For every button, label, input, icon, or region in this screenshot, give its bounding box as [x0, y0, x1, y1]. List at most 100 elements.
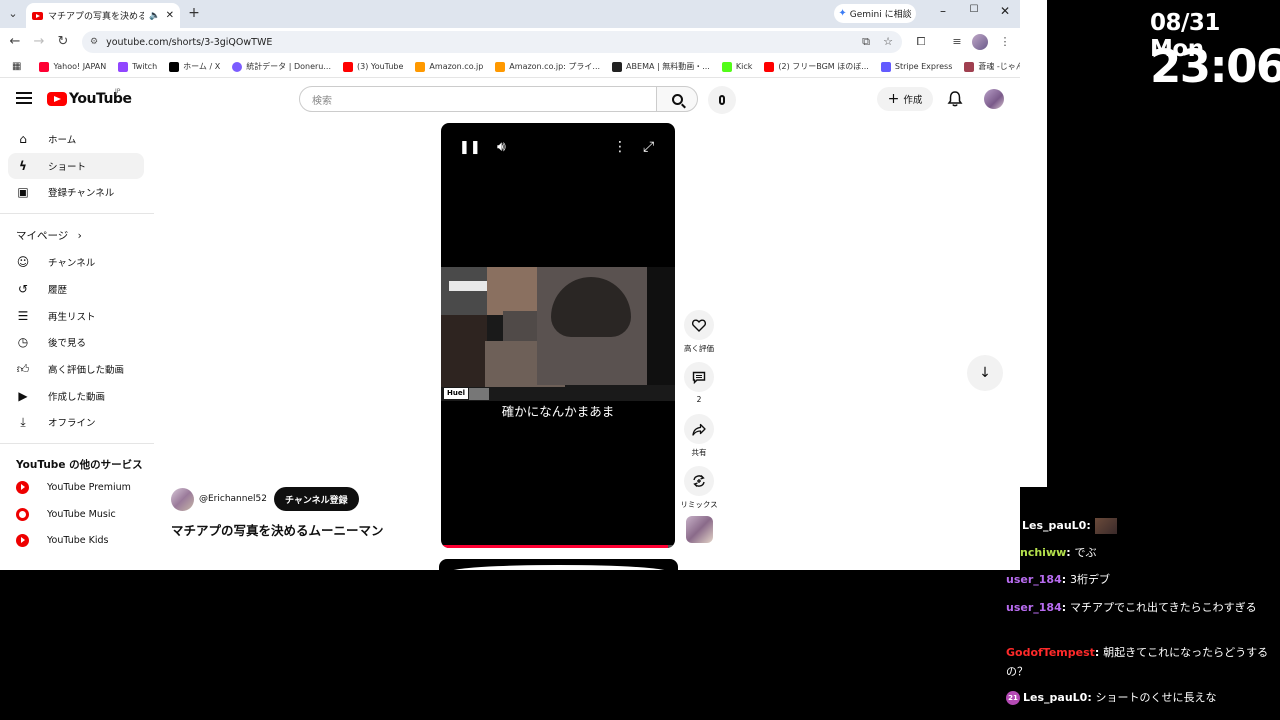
search-input[interactable]: 検索: [299, 86, 657, 112]
short-title[interactable]: マチアプの写真を決めるムーニーマン: [171, 520, 384, 539]
services-header: YouTube の他のサービス: [16, 459, 143, 471]
gemini-button[interactable]: ✦ Gemini に相談: [834, 4, 916, 23]
sidebar-item-liked[interactable]: 👍︎ 高く評価した動画: [8, 356, 144, 382]
tab-search-chevron-icon[interactable]: ⌄: [3, 4, 23, 24]
video-small-tile: [469, 388, 489, 400]
sidebar-item-channel[interactable]: ☺ チャンネル: [8, 249, 144, 275]
gemini-sparkle-icon: ✦: [838, 8, 847, 19]
bookmark-item[interactable]: 統計データ | Doneru...: [226, 61, 337, 72]
chat-username: nchiww: [1020, 546, 1067, 559]
pause-icon[interactable]: ❚❚: [459, 140, 481, 155]
mypage-header[interactable]: マイページ ›: [16, 228, 82, 243]
bookmark-favicon-icon: [415, 61, 426, 72]
url-text: youtube.com/shorts/3-3giQOwTWE: [106, 36, 273, 48]
chat-text: ショートのくせに長えな: [1095, 691, 1217, 704]
sidebar-item-label: 後で見る: [48, 338, 87, 349]
bookmark-item[interactable]: ホーム / X: [163, 61, 226, 72]
reload-icon[interactable]: ↻: [53, 32, 73, 52]
site-info-icon[interactable]: ⚙: [90, 37, 98, 47]
browser-menu-icon[interactable]: ⋮: [997, 34, 1013, 50]
bookmark-star-icon[interactable]: ☆: [880, 34, 896, 50]
gemini-label: Gemini に相談: [849, 10, 912, 20]
active-tab[interactable]: マチアプの写真を決めるムーニー 🔈 ✕: [26, 3, 180, 28]
sidebar-item-label: 履歴: [48, 285, 68, 296]
new-tab-button[interactable]: +: [184, 3, 204, 23]
address-bar[interactable]: ⚙ youtube.com/shorts/3-3giQOwTWE: [82, 31, 902, 53]
bookmark-item[interactable]: Amazon.co.jp: プライ...: [489, 61, 606, 72]
subscribe-button[interactable]: チャンネル登録: [273, 487, 359, 511]
bookmark-item[interactable]: (3) YouTube: [337, 61, 409, 72]
share-action[interactable]: 共有: [680, 414, 718, 458]
next-short-preview[interactable]: [439, 559, 678, 570]
sidebar-item-home[interactable]: ⌂ ホーム: [8, 126, 144, 152]
bookmark-item[interactable]: Amazon.co.jp: [409, 61, 489, 72]
comment-button[interactable]: [684, 362, 714, 392]
window-close-icon[interactable]: ✕: [995, 4, 1015, 18]
remix-action[interactable]: リミックス: [680, 466, 718, 510]
tab-close-icon[interactable]: ✕: [166, 10, 174, 21]
sidebar-item-youtube-music[interactable]: YouTube Music: [8, 501, 144, 527]
chat-username: user_184: [1006, 601, 1062, 614]
sound-thumbnail[interactable]: [686, 516, 713, 543]
mypage-header-label: マイページ: [16, 230, 69, 242]
notifications-button[interactable]: [946, 90, 964, 108]
volume-icon[interactable]: 🔊︎: [497, 139, 506, 155]
chevron-right-icon: ›: [77, 230, 82, 242]
install-app-icon[interactable]: ⧉: [858, 34, 874, 50]
sidebar-item-youtube-kids[interactable]: YouTube Kids: [8, 527, 144, 553]
progress-fill: [441, 545, 668, 548]
sidebar-item-watch-later[interactable]: ◷ 後で見る: [8, 329, 144, 355]
share-button[interactable]: [684, 414, 714, 444]
sidebar-item-subscriptions[interactable]: ▣ 登録チャンネル: [8, 179, 144, 205]
extensions-icon[interactable]: ⧠: [913, 34, 929, 50]
video-collage-tile: [441, 315, 487, 387]
bookmark-item[interactable]: (2) フリーBGM ほのぼ...: [758, 61, 875, 72]
next-short-button[interactable]: ↓: [967, 355, 1003, 391]
sidebar-item-my-videos[interactable]: ▶ 作成した動画: [8, 383, 144, 409]
sidebar-item-offline[interactable]: ⤓ オフライン: [8, 409, 144, 435]
media-control-icon[interactable]: ≡: [949, 34, 965, 50]
sidebar-item-youtube-premium[interactable]: YouTube Premium: [8, 474, 144, 500]
channel-avatar[interactable]: [171, 487, 194, 511]
logo-text: YouTube: [69, 91, 132, 107]
fullscreen-icon[interactable]: ⤢: [643, 139, 654, 155]
more-options-icon[interactable]: ⋮: [613, 139, 627, 155]
bookmark-item[interactable]: Yahoo! JAPAN: [33, 61, 112, 72]
voice-search-button[interactable]: [708, 86, 736, 114]
maximize-icon[interactable]: ☐: [964, 4, 984, 15]
like-button[interactable]: [684, 310, 714, 340]
bookmark-item[interactable]: Kick: [716, 61, 759, 72]
profile-avatar-icon[interactable]: [972, 34, 988, 50]
bookmark-item[interactable]: Twitch: [112, 61, 163, 72]
sidebar-item-playlists[interactable]: ☰ 再生リスト: [8, 303, 144, 329]
my-videos-icon: ▶: [18, 389, 28, 403]
bookmark-favicon-icon: [343, 61, 354, 72]
account-avatar[interactable]: [984, 89, 1004, 109]
remix-button[interactable]: [684, 466, 714, 496]
bookmark-item[interactable]: Stripe Express: [875, 61, 959, 72]
youtube-favicon-icon: [32, 11, 43, 20]
overlay-time: 23:06: [1150, 40, 1280, 93]
audio-playing-icon[interactable]: 🔈: [149, 11, 160, 21]
sidebar-item-label: オフライン: [48, 418, 96, 429]
channel-name[interactable]: @Erichannel52: [199, 494, 267, 504]
menu-icon[interactable]: [16, 92, 32, 104]
minimize-icon[interactable]: –: [933, 4, 953, 18]
heart-icon: [692, 318, 706, 332]
create-button[interactable]: + 作成: [877, 87, 933, 111]
video-collage-tile: [449, 281, 491, 291]
sidebar-item-shorts[interactable]: ϟ ショート: [8, 153, 144, 179]
comment-action[interactable]: 2: [680, 362, 718, 404]
sidebar-item-history[interactable]: ↺ 履歴: [8, 276, 144, 302]
bookmark-item[interactable]: 蒼魂 -じゃんたま-| 麻...: [958, 61, 1020, 72]
bookmark-item[interactable]: ABEMA | 無料動画・...: [606, 61, 716, 72]
like-action[interactable]: 高く評価: [680, 310, 718, 354]
forward-icon[interactable]: →: [29, 32, 49, 52]
apps-grid-icon[interactable]: ▦: [6, 61, 33, 72]
youtube-kids-icon: [16, 533, 29, 547]
back-icon[interactable]: ←: [5, 32, 25, 52]
search-button[interactable]: [656, 86, 698, 112]
shorts-player[interactable]: ❚❚ 🔊︎ ⋮ ⤢ Huel 確かになんかまあま: [441, 123, 675, 548]
chat-message: GodofTempest: 朝起きてこれになったらどうするの？: [1006, 646, 1269, 678]
progress-bar[interactable]: [441, 545, 675, 548]
